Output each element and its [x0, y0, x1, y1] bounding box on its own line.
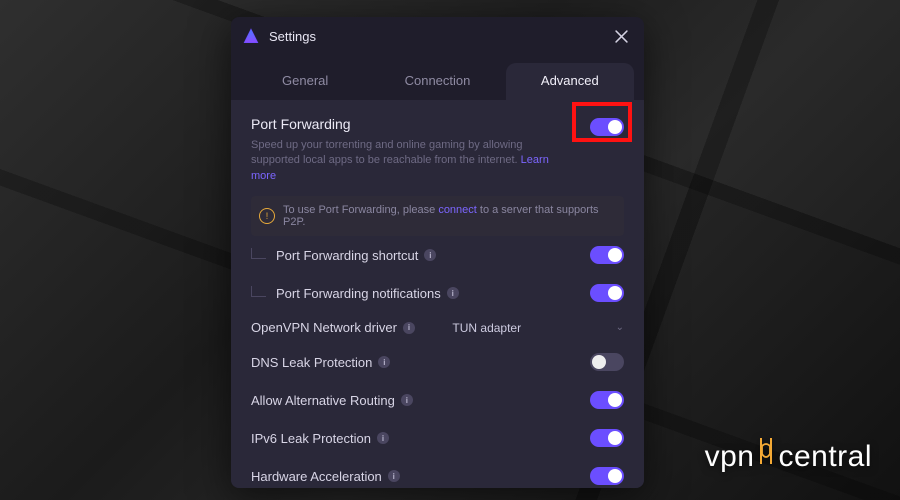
app-logo-icon	[243, 28, 259, 44]
tabs-bar: General Connection Advanced	[231, 53, 644, 100]
dns-leak-toggle[interactable]	[590, 353, 624, 371]
info-icon[interactable]: i	[377, 432, 389, 444]
alt-routing-toggle[interactable]	[590, 391, 624, 409]
tab-advanced[interactable]: Advanced	[506, 63, 634, 100]
openvpn-driver-label: OpenVPN Network driver	[251, 320, 397, 335]
row-ipv6-leak: IPv6 Leak Protection i	[251, 419, 624, 457]
chevron-down-icon: ⌄	[616, 322, 624, 333]
window-title: Settings	[269, 29, 600, 44]
title-bar: Settings	[231, 17, 644, 53]
port-forwarding-toggle[interactable]	[590, 118, 624, 136]
info-icon[interactable]: i	[403, 322, 415, 334]
pf-shortcut-toggle[interactable]	[590, 246, 624, 264]
tab-connection[interactable]: Connection	[373, 63, 501, 100]
openvpn-driver-value: TUN adapter	[452, 321, 615, 335]
info-icon[interactable]: i	[447, 287, 459, 299]
port-forwarding-title: Port Forwarding	[251, 116, 574, 132]
brand-watermark: vpn central	[705, 436, 872, 474]
connect-link[interactable]: connect	[438, 204, 477, 216]
port-forwarding-description: Speed up your torrenting and online gami…	[251, 138, 574, 184]
indent-icon	[251, 286, 266, 297]
info-icon[interactable]: i	[401, 394, 413, 406]
warning-icon: !	[259, 208, 275, 224]
pf-shortcut-label: Port Forwarding shortcut	[276, 248, 418, 263]
ipv6-leak-toggle[interactable]	[590, 429, 624, 447]
alt-routing-label: Allow Alternative Routing	[251, 393, 395, 408]
close-icon[interactable]	[610, 25, 632, 47]
pf-notifications-toggle[interactable]	[590, 284, 624, 302]
p2p-notice: ! To use Port Forwarding, please connect…	[251, 196, 624, 236]
brand-separator-icon	[757, 436, 775, 466]
pf-notifications-label: Port Forwarding notifications	[276, 286, 441, 301]
indent-icon	[251, 248, 266, 259]
row-alt-routing: Allow Alternative Routing i	[251, 381, 624, 419]
info-icon[interactable]: i	[378, 356, 390, 368]
row-pf-notifications: Port Forwarding notifications i	[251, 274, 624, 312]
hw-accel-toggle[interactable]	[590, 467, 624, 485]
brand-central-text: central	[778, 440, 872, 474]
row-pf-shortcut: Port Forwarding shortcut i	[251, 236, 624, 274]
dns-leak-label: DNS Leak Protection	[251, 355, 372, 370]
row-dns-leak: DNS Leak Protection i	[251, 343, 624, 381]
hw-accel-label: Hardware Acceleration	[251, 469, 382, 484]
settings-window: Settings General Connection Advanced Por…	[231, 17, 644, 488]
ipv6-leak-label: IPv6 Leak Protection	[251, 431, 371, 446]
row-openvpn-driver[interactable]: OpenVPN Network driver i TUN adapter ⌄	[251, 312, 624, 343]
info-icon[interactable]: i	[424, 249, 436, 261]
advanced-panel: Port Forwarding Speed up your torrenting…	[231, 100, 644, 488]
row-hw-accel: Hardware Acceleration i	[251, 457, 624, 488]
tab-general[interactable]: General	[241, 63, 369, 100]
info-icon[interactable]: i	[388, 470, 400, 482]
brand-vpn-text: vpn	[705, 440, 755, 474]
